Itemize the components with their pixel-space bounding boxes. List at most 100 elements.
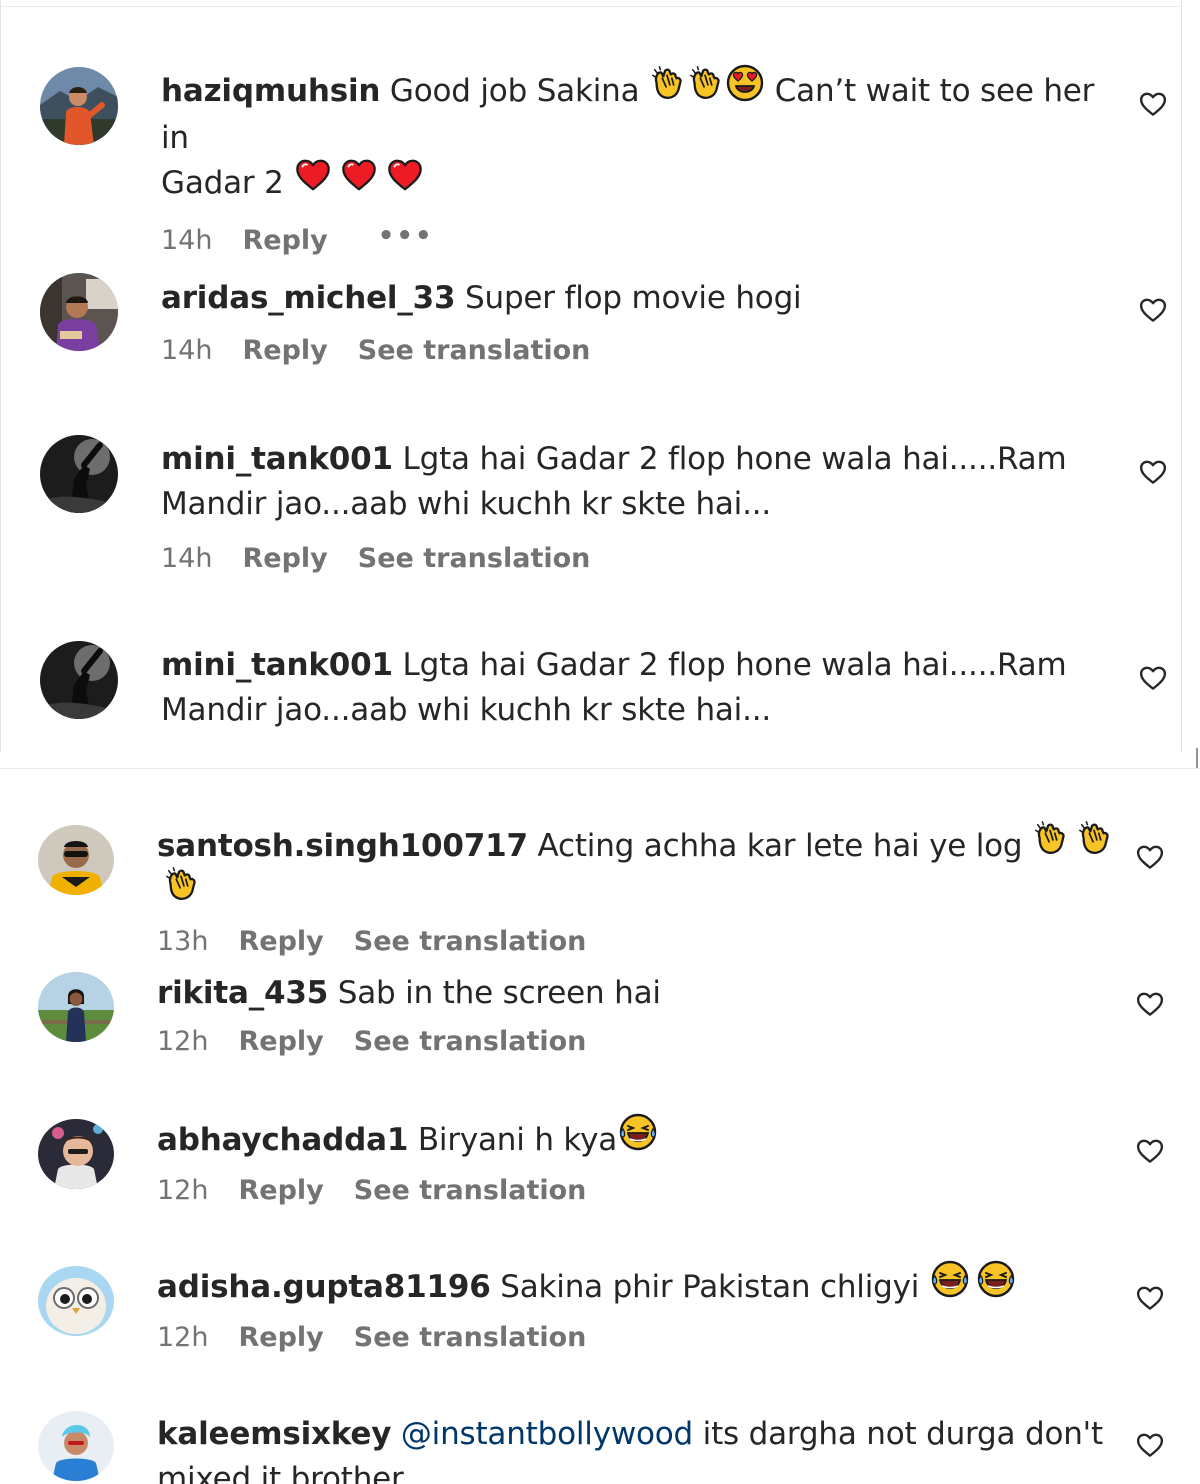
red-heart-icon [293, 156, 333, 207]
comment-username[interactable]: santosh.singh100717 [157, 828, 528, 864]
reply-button[interactable]: Reply [238, 926, 323, 957]
comment-meta: 14h Reply ••• [161, 223, 1121, 257]
avatar[interactable] [40, 273, 118, 351]
see-translation-button[interactable]: See translation [358, 543, 591, 574]
comments-panel-top: haziqmuhsin Good job Sakina Can’t wait t… [0, 0, 1182, 752]
comment-text-part: Lgta hai Gadar 2 flop hone wala hai.....… [402, 647, 1067, 683]
comment-text-part: mixed it brother [157, 1461, 404, 1484]
reply-button[interactable]: Reply [242, 225, 327, 256]
see-translation-button[interactable]: See translation [358, 335, 591, 366]
comment-body: haziqmuhsin Good job Sakina Can’t wait t… [161, 69, 1121, 256]
red-heart-icon [339, 156, 379, 207]
heart-icon[interactable] [1134, 1283, 1166, 1313]
comment-username[interactable]: mini_tank001 [161, 647, 393, 683]
comment-text-part: Acting achha kar lete hai ye log [537, 828, 1033, 864]
comment-text: kaleemsixkey @instantbollywood its dargh… [157, 1412, 1117, 1484]
more-options-button[interactable]: ••• [378, 223, 434, 256]
comment-text: rikita_435 Sab in the screen hai [157, 971, 1117, 1016]
comment-text-part: Mandir jao...aab whi kuchh kr skte hai..… [161, 486, 772, 522]
comment-text-part: Good job Sakina [389, 73, 650, 109]
comment-text: abhaychadda1 Biryani h kya [157, 1118, 1117, 1165]
clapping-hands-icon [649, 64, 687, 115]
comment-body: santosh.singh100717 Acting achha kar let… [157, 824, 1117, 957]
see-translation-button[interactable]: See translation [354, 1175, 587, 1206]
comment-text: santosh.singh100717 Acting achha kar let… [157, 824, 1117, 916]
comment-username[interactable]: rikita_435 [157, 975, 328, 1011]
comment-time: 13h [157, 926, 209, 957]
heart-icon[interactable] [1137, 663, 1169, 693]
heart-eyes-icon [725, 63, 765, 116]
comment-username[interactable]: kaleemsixkey [157, 1416, 391, 1452]
comment-text: haziqmuhsin Good job Sakina Can’t wait t… [161, 69, 1121, 207]
tears-of-joy-icon [929, 1259, 971, 1312]
comment-text: aridas_michel_33 Super flop movie hogi [161, 276, 1121, 321]
heart-icon[interactable] [1137, 295, 1169, 325]
comment-meta: 12h Reply See translation [157, 1322, 1117, 1353]
reply-button[interactable]: Reply [242, 543, 327, 574]
reply-button[interactable]: Reply [238, 1322, 323, 1353]
heart-icon[interactable] [1134, 1136, 1166, 1166]
heart-icon[interactable] [1134, 1430, 1166, 1460]
reply-button[interactable]: Reply [242, 335, 327, 366]
comment-meta: 14h Reply See translation [161, 335, 1121, 366]
comment-username[interactable]: adisha.gupta81196 [157, 1269, 491, 1305]
heart-icon[interactable] [1134, 989, 1166, 1019]
clapping-hands-icon [163, 865, 201, 916]
reply-button[interactable]: Reply [238, 1175, 323, 1206]
comment-time: 14h [161, 335, 213, 366]
see-translation-button[interactable]: See translation [354, 1026, 587, 1057]
comment-username[interactable]: haziqmuhsin [161, 73, 380, 109]
comment-text-part: Lgta hai Gadar 2 flop hone wala hai.....… [402, 441, 1067, 477]
comment-body: rikita_435 Sab in the screen hai 12h Rep… [157, 971, 1117, 1057]
avatar[interactable] [38, 972, 114, 1042]
avatar[interactable] [38, 1119, 114, 1189]
avatar[interactable] [38, 1266, 114, 1336]
comment-body: kaleemsixkey @instantbollywood its dargh… [157, 1412, 1117, 1484]
comment-text-part: Sab in the screen hai [337, 975, 661, 1011]
avatar[interactable] [40, 641, 118, 719]
comment-text-part: Gadar 2 [161, 165, 294, 201]
heart-icon[interactable] [1137, 457, 1169, 487]
comment-body: mini_tank001 Lgta hai Gadar 2 flop hone … [161, 643, 1121, 733]
panel-separator [0, 752, 1200, 768]
clapping-hands-icon [1032, 819, 1070, 870]
comment-time: 12h [157, 1322, 209, 1353]
comment-text-part: Mandir jao...aab whi kuchh kr skte hai..… [161, 692, 772, 728]
comment-time: 14h [161, 225, 213, 256]
red-heart-icon [385, 156, 425, 207]
comment-time: 12h [157, 1175, 209, 1206]
comment-meta: 12h Reply See translation [157, 1026, 1117, 1057]
comment-body: mini_tank001 Lgta hai Gadar 2 flop hone … [161, 437, 1121, 574]
clapping-hands-icon [687, 64, 725, 115]
comments-panel-bottom: santosh.singh100717 Acting achha kar let… [0, 768, 1200, 1484]
heart-icon[interactable] [1137, 89, 1169, 119]
tears-of-joy-icon [617, 1112, 659, 1165]
avatar[interactable] [38, 825, 114, 895]
comment-text: mini_tank001 Lgta hai Gadar 2 flop hone … [161, 643, 1121, 733]
comment-username[interactable]: aridas_michel_33 [161, 280, 456, 316]
heart-icon[interactable] [1134, 842, 1166, 872]
avatar[interactable] [40, 435, 118, 513]
comment-text-part: its dargha not durga don't [702, 1416, 1103, 1452]
mention-link[interactable]: @instantbollywood [401, 1416, 693, 1452]
avatar[interactable] [40, 67, 118, 145]
comment-text-part: Biryani h kya [417, 1122, 618, 1158]
tears-of-joy-icon [975, 1259, 1017, 1312]
see-translation-button[interactable]: See translation [354, 926, 587, 957]
comment-time: 12h [157, 1026, 209, 1057]
comment-text: adisha.gupta81196 Sakina phir Pakistan c… [157, 1265, 1117, 1312]
reply-button[interactable]: Reply [238, 1026, 323, 1057]
comment-meta: 13h Reply See translation [157, 926, 1117, 957]
clapping-hands-icon [1076, 819, 1114, 870]
comment-text-part: Super flop movie hogi [465, 280, 802, 316]
see-translation-button[interactable]: See translation [354, 1322, 587, 1353]
comment-time: 14h [161, 543, 213, 574]
comment-body: aridas_michel_33 Super flop movie hogi 1… [161, 276, 1121, 366]
comment-username[interactable]: mini_tank001 [161, 441, 393, 477]
avatar[interactable] [38, 1411, 114, 1481]
comment-body: adisha.gupta81196 Sakina phir Pakistan c… [157, 1265, 1117, 1353]
comment-username[interactable]: abhaychadda1 [157, 1122, 408, 1158]
comment-meta: 14h Reply See translation [161, 543, 1121, 574]
comment-text: mini_tank001 Lgta hai Gadar 2 flop hone … [161, 437, 1121, 527]
comment-body: abhaychadda1 Biryani h kya 12h Reply See… [157, 1118, 1117, 1206]
